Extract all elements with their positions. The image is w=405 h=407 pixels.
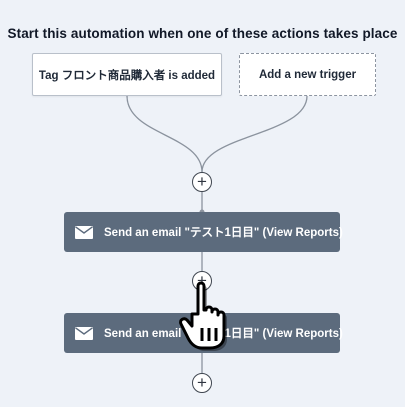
plus-icon: + <box>197 373 207 392</box>
plus-icon: + <box>197 172 207 191</box>
add-trigger-label: Add a new trigger <box>258 68 357 81</box>
mail-icon <box>75 225 93 239</box>
trigger-label: Tag フロント商品購入者 is added <box>38 69 216 82</box>
connector-left-trigger <box>126 95 203 173</box>
add-step-button[interactable]: + <box>192 373 212 393</box>
add-step-button[interactable]: + <box>192 172 212 192</box>
hand-pointer-cursor-icon <box>179 281 227 351</box>
action-label: Send an email "テスト1日目" (View Reports) <box>104 227 343 239</box>
send-email-action[interactable]: Send an email "テスト1日目" (View Reports) <box>64 212 343 252</box>
mail-icon <box>75 326 93 340</box>
add-new-trigger-button[interactable]: Add a new trigger <box>239 53 376 96</box>
trigger-tag-added[interactable]: Tag フロント商品購入者 is added <box>32 53 222 96</box>
connector-right-trigger <box>201 95 308 173</box>
